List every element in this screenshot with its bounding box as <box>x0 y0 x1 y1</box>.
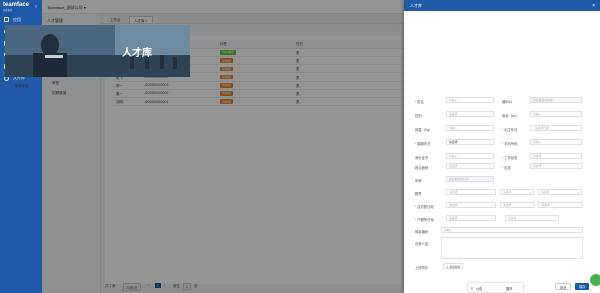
current-district-select[interactable]: 请选择 ⌄ <box>538 202 582 208</box>
gender-select[interactable]: 请选择 ⌄ <box>446 111 494 117</box>
notice-dot-icon: ● <box>471 285 473 290</box>
nation-select[interactable]: 请选择 ⌄ <box>530 163 582 169</box>
gender-label: 性别 <box>415 114 422 118</box>
nation-label: * 民族 <box>502 166 511 170</box>
hukou-city-select[interactable]: 请选择 ⌄ <box>505 215 559 221</box>
native-province-select[interactable]: 请选择 ⌄ <box>446 189 496 195</box>
close-icon[interactable]: × <box>592 3 595 9</box>
postcode-label: 邮政编码 <box>415 230 429 234</box>
logo-subtitle: 企业协作 <box>3 9 13 12</box>
name-input[interactable]: 请输入 <box>446 97 494 103</box>
idcard-input[interactable]: 请输入 <box>446 153 494 159</box>
banner-image: 人才库 <box>5 25 190 77</box>
idcard-label: 身份证号 <box>415 156 429 160</box>
intro-label: 自我介绍 <box>415 242 429 246</box>
banner-title: 人才库 <box>122 48 152 59</box>
sidebar-item-0[interactable]: 应用 <box>0 14 42 26</box>
weight-input[interactable]: 请输入 <box>446 125 494 131</box>
sidebar-item-label: 应用 <box>13 16 21 22</box>
notice-label: 公告 <box>476 286 483 291</box>
notice-widget[interactable]: ● 公告 展开 <box>468 283 523 292</box>
dialog-header: 人才库 × <box>404 0 600 11</box>
code-label: 编码ID <box>502 100 512 104</box>
height-label: 身高（cm） <box>502 114 520 118</box>
assistant-ball-icon[interactable] <box>590 274 600 286</box>
code-input: 提交后自动生成 <box>530 97 582 103</box>
save-button[interactable]: 保存 <box>575 283 590 290</box>
birth-date-picker[interactable]: ▫ 请选择日期 <box>530 125 582 131</box>
native-label: 籍贯 <box>415 192 422 196</box>
current-province-select[interactable]: 请选择 ⌄ <box>446 202 496 208</box>
current-label: * 目前居住地 <box>415 205 434 209</box>
upload-label: 上传附件 <box>415 266 429 270</box>
collapse-icon[interactable]: ≡ <box>35 4 37 9</box>
years-label: * 工作经验 <box>502 156 518 160</box>
cancel-button[interactable]: 取消 <box>555 283 572 290</box>
postcode-input[interactable]: 请输入 <box>441 227 583 233</box>
hukou-label: * 户籍所在地 <box>415 218 434 222</box>
birth-label: * 出生年月 <box>502 128 518 132</box>
native-city-select[interactable]: 请选择 ⌄ <box>500 189 534 195</box>
phone-label: * 手机号码 <box>502 142 518 146</box>
age-input: 提交后自动计算 <box>446 176 494 182</box>
name-label: * 姓名 <box>415 100 424 104</box>
phone-input[interactable]: 请输入 <box>530 139 582 145</box>
age-label: 年龄 <box>415 179 422 183</box>
height-input[interactable]: 请输入 <box>530 111 582 117</box>
upload-button[interactable]: ⇪ 添加附件 <box>443 263 464 269</box>
marital-label: * 婚姻状况 <box>415 142 431 146</box>
apps-icon <box>4 17 9 23</box>
marital-select[interactable]: 请选择 ⌄ <box>446 139 494 145</box>
current-city-select[interactable]: 请选择 ⌄ <box>500 202 534 208</box>
native-district-select[interactable]: 请选择 ⌄ <box>538 189 582 195</box>
dialog-title: 人才库 <box>410 2 422 8</box>
notice-value: 展开 <box>506 286 513 291</box>
intro-textarea[interactable] <box>441 237 583 259</box>
logo-text: teamface <box>3 1 30 8</box>
section-title: 基本信息 <box>10 84 29 89</box>
hukou-province-select[interactable]: 请选择 ⌄ <box>446 215 496 221</box>
political-select[interactable]: 请选择 ⌄ <box>446 163 494 169</box>
political-label: 政治面貌 <box>415 166 429 170</box>
weight-label: 体重（Kg） <box>415 128 433 132</box>
banner-illustration <box>5 25 190 77</box>
years-select[interactable]: 请选择 ⌄ <box>530 153 582 159</box>
section-icon <box>10 84 13 87</box>
